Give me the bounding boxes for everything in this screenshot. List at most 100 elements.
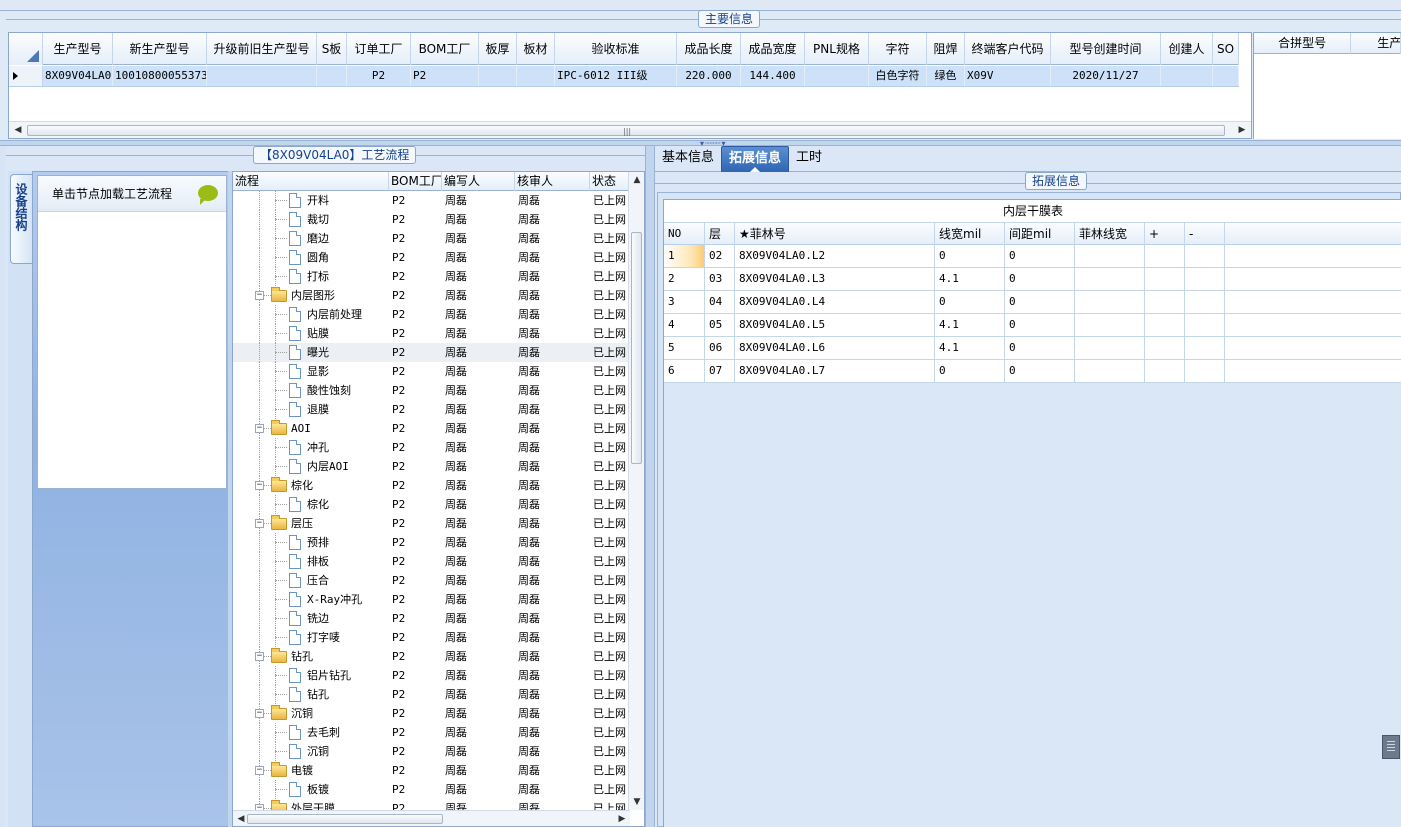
cell[interactable] (1075, 360, 1145, 382)
tree-cell-bom[interactable]: P2 (389, 457, 442, 476)
tree-node[interactable]: 钻孔 (233, 685, 389, 704)
tree-cell-checker[interactable]: 周磊 (515, 362, 590, 381)
tree-cell-writer[interactable]: 周磊 (442, 305, 515, 324)
cell[interactable] (1185, 337, 1225, 359)
tree-cell-bom[interactable]: P2 (389, 533, 442, 552)
table-row[interactable]: 8X09V04LA0 10010800055373 P2 P2 IPC-6012… (9, 66, 1239, 87)
tree-cell-checker[interactable]: 周磊 (515, 438, 590, 457)
tree-cell-writer[interactable]: 周磊 (442, 210, 515, 229)
tree-cell-status[interactable]: 已上网 (590, 476, 630, 495)
cell[interactable] (1075, 245, 1145, 267)
cell[interactable]: 8X09V04LA0 (43, 66, 113, 86)
tree-node[interactable]: 酸性蚀刻 (233, 381, 389, 400)
tree-cell-bom[interactable]: P2 (389, 381, 442, 400)
col-header[interactable]: NO (664, 223, 705, 245)
cell[interactable]: 0 (935, 360, 1005, 382)
tree-cell-writer[interactable]: 周磊 (442, 457, 515, 476)
tree-cell-bom[interactable]: P2 (389, 514, 442, 533)
tree-cell-writer[interactable]: 周磊 (442, 343, 515, 362)
scroll-thumb[interactable] (631, 232, 642, 464)
cell[interactable] (1213, 66, 1239, 86)
tree-row[interactable]: 开料 P2 周磊 周磊 已上网 (233, 191, 630, 210)
tree-cell-bom[interactable]: P2 (389, 647, 442, 666)
tree-row[interactable]: 铝片钻孔 P2 周磊 周磊 已上网 (233, 666, 630, 685)
cell[interactable] (317, 66, 347, 86)
inner-dry-film-table[interactable]: 内层干膜表 NO 层 ★菲林号 线宽mil 间距mil 菲林线宽 + - 1 02… (663, 199, 1401, 827)
tree-cell-checker[interactable]: 周磊 (515, 723, 590, 742)
cell[interactable]: 8X09V04LA0.L2 (735, 245, 935, 267)
tree-cell-writer[interactable]: 周磊 (442, 381, 515, 400)
tree-cell-bom[interactable]: P2 (389, 590, 442, 609)
tree-cell-writer[interactable]: 周磊 (442, 438, 515, 457)
cell[interactable]: 06 (705, 337, 735, 359)
tree-row[interactable]: 排板 P2 周磊 周磊 已上网 (233, 552, 630, 571)
tree-cell-checker[interactable]: 周磊 (515, 400, 590, 419)
cell[interactable]: 220.000 (677, 66, 741, 86)
tree-cell-status[interactable]: 已上网 (590, 685, 630, 704)
cell[interactable] (1075, 291, 1145, 313)
tree-node[interactable]: − 沉铜 (233, 704, 389, 723)
tree-cell-checker[interactable]: 周磊 (515, 704, 590, 723)
tree-cell-status[interactable]: 已上网 (590, 381, 630, 400)
col-header[interactable]: 层 (705, 223, 735, 245)
table-row[interactable]: 1 02 8X09V04LA0.L2 0 0 (664, 245, 1401, 268)
tree-cell-bom[interactable]: P2 (389, 343, 442, 362)
tree-cell-checker[interactable]: 周磊 (515, 609, 590, 628)
cell[interactable] (1075, 314, 1145, 336)
col-header[interactable]: ★菲林号 (735, 223, 935, 245)
tree-node[interactable]: − AOI (233, 419, 389, 438)
tree-cell-status[interactable]: 已上网 (590, 514, 630, 533)
tree-node[interactable]: − 层压 (233, 514, 389, 533)
horizontal-scrollbar[interactable]: ◀ ||| ▶ (9, 121, 1251, 138)
col-header[interactable]: PNL规格 (805, 33, 869, 65)
tree-row[interactable]: 沉铜 P2 周磊 周磊 已上网 (233, 742, 630, 761)
table-row[interactable]: 6 07 8X09V04LA0.L7 0 0 (664, 360, 1401, 383)
cell[interactable] (1145, 245, 1185, 267)
col-header[interactable]: 成品宽度 (741, 33, 805, 65)
cell[interactable]: 8X09V04LA0.L6 (735, 337, 935, 359)
vertical-scrollbar[interactable]: ▲ ▼ (628, 172, 644, 810)
cell[interactable]: 白色字符 (869, 66, 927, 86)
col-header[interactable]: 核审人 (515, 172, 590, 191)
tree-node[interactable]: 棕化 (233, 495, 389, 514)
tree-cell-checker[interactable]: 周磊 (515, 248, 590, 267)
tree-node[interactable]: 显影 (233, 362, 389, 381)
cell[interactable] (1145, 291, 1185, 313)
tree-row[interactable]: 钻孔 P2 周磊 周磊 已上网 (233, 685, 630, 704)
col-header[interactable]: 成品长度 (677, 33, 741, 65)
tree-cell-writer[interactable]: 周磊 (442, 267, 515, 286)
tree-cell-checker[interactable]: 周磊 (515, 761, 590, 780)
tree-cell-bom[interactable]: P2 (389, 742, 442, 761)
cell[interactable]: P2 (347, 66, 411, 86)
tree-cell-status[interactable]: 已上网 (590, 419, 630, 438)
scroll-thumb[interactable]: ||| (27, 125, 1225, 136)
cell[interactable]: 0 (1005, 268, 1075, 290)
merge-model-grid[interactable]: 合拼型号 生产 (1253, 32, 1401, 139)
tree-node[interactable]: 开料 (233, 191, 389, 210)
cell[interactable]: 0 (1005, 314, 1075, 336)
tree-cell-writer[interactable]: 周磊 (442, 476, 515, 495)
tree-cell-checker[interactable]: 周磊 (515, 742, 590, 761)
scroll-up-icon[interactable]: ▲ (629, 172, 644, 188)
tree-row[interactable]: 预排 P2 周磊 周磊 已上网 (233, 533, 630, 552)
tree-row[interactable]: X-Ray冲孔 P2 周磊 周磊 已上网 (233, 590, 630, 609)
collapse-icon[interactable]: − (255, 709, 264, 718)
cell[interactable]: 8X09V04LA0.L4 (735, 291, 935, 313)
col-header[interactable]: 板材 (517, 33, 555, 65)
scroll-down-icon[interactable]: ▼ (629, 794, 644, 810)
col-header[interactable]: 状态 (590, 172, 630, 191)
tree-cell-status[interactable]: 已上网 (590, 324, 630, 343)
tree-cell-checker[interactable]: 周磊 (515, 191, 590, 210)
col-header[interactable]: BOM工厂 (389, 172, 442, 191)
tree-cell-writer[interactable]: 周磊 (442, 514, 515, 533)
col-header[interactable]: 创建人 (1161, 33, 1213, 65)
collapse-icon[interactable]: − (255, 291, 264, 300)
tree-cell-status[interactable]: 已上网 (590, 286, 630, 305)
tree-cell-checker[interactable]: 周磊 (515, 780, 590, 799)
tab-work-hours[interactable]: 工时 (789, 146, 829, 172)
col-header[interactable]: 验收标准 (555, 33, 677, 65)
tree-node[interactable]: − 内层图形 (233, 286, 389, 305)
cell[interactable] (1075, 268, 1145, 290)
collapse-icon[interactable]: − (255, 652, 264, 661)
tree-node[interactable]: 压合 (233, 571, 389, 590)
